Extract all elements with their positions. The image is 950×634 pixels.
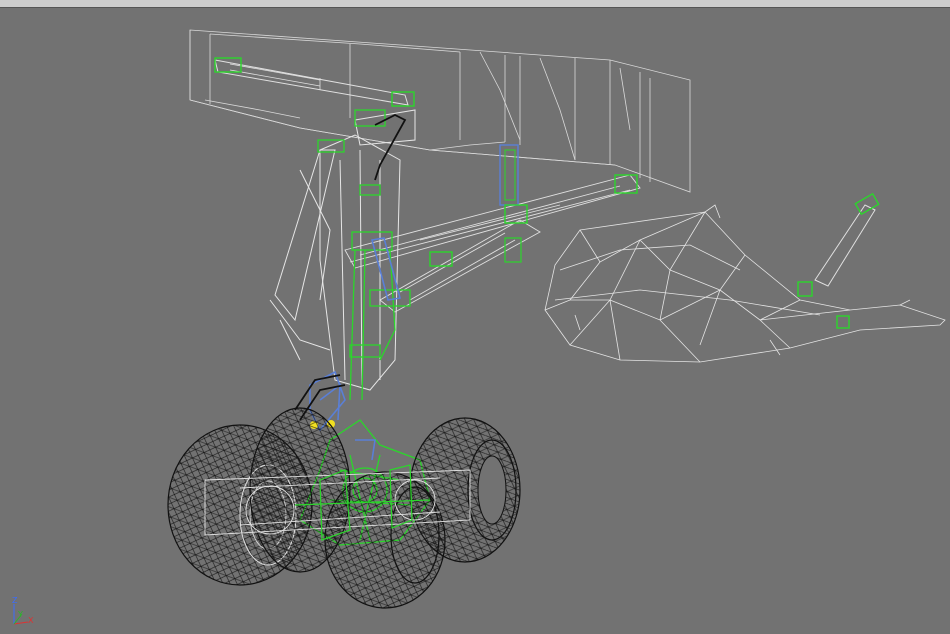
side-brace bbox=[344, 144, 641, 313]
viewport-title-bar bbox=[0, 0, 950, 8]
z-axis-label: Z bbox=[12, 596, 18, 605]
x-axis-label: X bbox=[28, 616, 34, 625]
torque-links bbox=[294, 113, 407, 421]
wheel-front-right bbox=[324, 471, 446, 609]
gear-door-fairing bbox=[544, 204, 946, 363]
retract-actuator bbox=[214, 57, 415, 107]
3d-viewport[interactable] bbox=[0, 8, 950, 634]
y-axis-label: Y bbox=[18, 610, 23, 619]
axis-gizmo: Z Y X bbox=[8, 596, 36, 628]
wing-bay-structure bbox=[189, 29, 691, 193]
